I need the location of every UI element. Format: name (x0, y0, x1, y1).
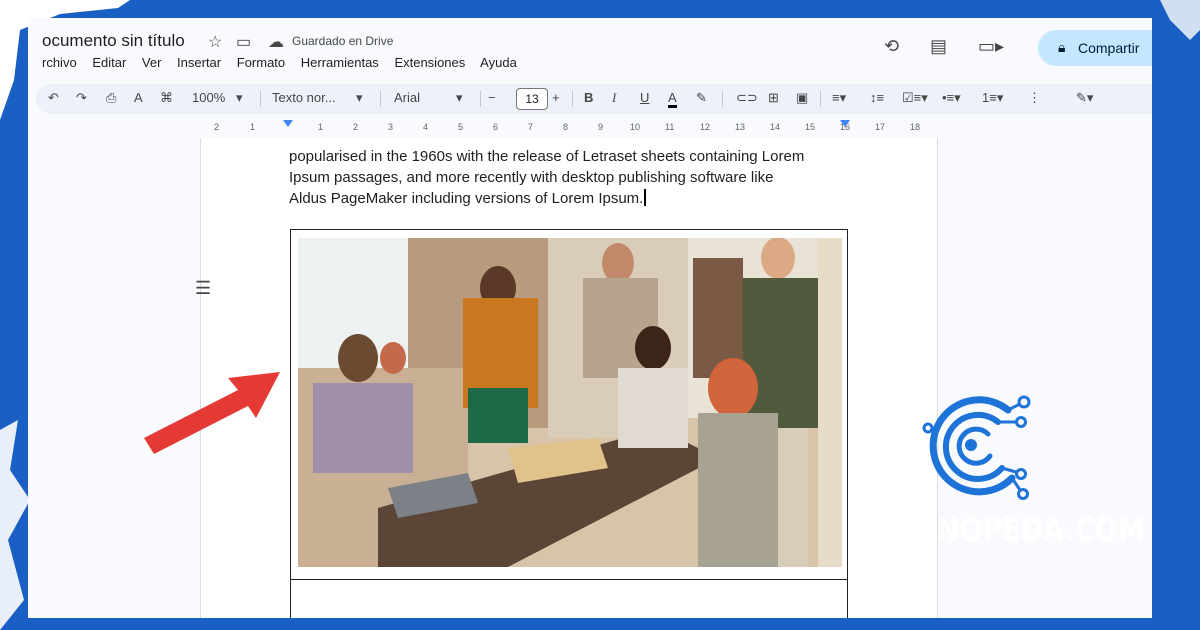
toolbar-divider (722, 91, 723, 107)
font-size-input[interactable]: 13 (516, 88, 548, 110)
ruler-number: 1 (250, 122, 256, 132)
checklist-icon[interactable]: ☑≡▾ (902, 90, 928, 106)
toolbar-divider (572, 91, 573, 107)
ruler-number: 9 (598, 122, 604, 132)
text-line: Aldus PageMaker including versions of Lo… (289, 188, 859, 209)
ruler: 2 1 1 2 3 4 5 6 7 8 9 10 11 12 13 14 15 … (198, 120, 938, 138)
line-spacing-icon[interactable]: ↕≡ (870, 90, 884, 105)
ruler-number: 6 (493, 122, 499, 132)
insert-image-icon[interactable]: ▣ (796, 90, 808, 106)
ruler-number: 3 (388, 122, 394, 132)
toolbar-divider (380, 91, 381, 107)
ruler-number: 5 (458, 122, 464, 132)
undo-icon[interactable]: ↶ (48, 90, 59, 106)
ruler-number: 7 (528, 122, 534, 132)
chevron-down-icon: ▾ (236, 90, 243, 105)
comment-icon[interactable]: ▤ (930, 36, 947, 57)
menu-insertar[interactable]: Insertar (177, 55, 221, 70)
highlight-icon[interactable]: ✎ (696, 90, 707, 106)
underline-icon[interactable]: U (640, 90, 649, 105)
ruler-number: 1 (318, 122, 324, 132)
video-call-icon[interactable]: ▭▸ (978, 36, 1004, 57)
ruler-number: 2 (214, 122, 220, 132)
text-line-content: Aldus PageMaker including versions of Lo… (289, 190, 644, 207)
text-line: Ipsum passages, and more recently with d… (289, 169, 774, 186)
paint-format-icon[interactable]: ⌘ (160, 90, 173, 106)
menu-formato[interactable]: Formato (237, 55, 285, 70)
ruler-number: 2 (353, 122, 359, 132)
italic-icon[interactable]: I (612, 90, 616, 106)
editing-mode-icon[interactable]: ✎▾ (1076, 90, 1093, 106)
red-arrow-annotation (144, 372, 280, 454)
tecnopeda-logo (922, 395, 1031, 500)
bold-icon[interactable]: B (584, 90, 593, 105)
share-label: Compartir (1078, 40, 1140, 56)
photo-group-people-table (298, 238, 842, 567)
document-table[interactable] (290, 229, 848, 618)
ruler-number: 18 (910, 122, 921, 132)
more-icon[interactable]: ⋮ (1028, 90, 1041, 106)
text-cursor (644, 189, 646, 206)
text-line: popularised in the 1960s with the releas… (289, 148, 805, 165)
brand-name: TECNOPEDA.COM (880, 510, 1145, 549)
table-row-divider (291, 579, 847, 580)
history-icon[interactable]: ⟲ (884, 36, 899, 57)
document-body-text[interactable]: popularised in the 1960s with the releas… (289, 146, 859, 209)
menu-extensiones[interactable]: Extensiones (394, 55, 465, 70)
document-page: ☰ popularised in the 1960s with the rele… (195, 138, 938, 618)
star-icon[interactable]: ☆ (208, 32, 222, 52)
toolbar-divider (480, 91, 481, 107)
menu-archivo[interactable]: rchivo (42, 55, 77, 70)
document-outline-icon[interactable]: ☰ (195, 278, 211, 299)
zoom-select[interactable]: 100% (192, 90, 225, 105)
ruler-number: 17 (875, 122, 886, 132)
toolbar-divider (260, 91, 261, 107)
font-select[interactable]: Arial (394, 90, 420, 105)
text-color-icon[interactable]: A (668, 90, 677, 108)
bulleted-list-icon[interactable]: •≡▾ (942, 90, 961, 106)
cloud-saved-icon[interactable]: ☁ (268, 32, 284, 52)
redo-icon[interactable]: ↷ (76, 90, 87, 106)
saved-status: Guardado en Drive (292, 34, 394, 48)
document-title[interactable]: ocumento sin título (42, 31, 185, 51)
ruler-number: 11 (665, 122, 675, 132)
ruler-number: 10 (630, 122, 641, 132)
style-select[interactable]: Texto nor... (272, 90, 336, 105)
add-comment-icon[interactable]: ⊞ (768, 90, 779, 106)
ruler-number: 13 (735, 122, 746, 132)
menu-bar: rchivo Editar Ver Insertar Formato Herra… (42, 55, 529, 70)
menu-ayuda[interactable]: Ayuda (480, 55, 517, 70)
toolbar: ↶ ↷ ⎙ A ⌘ 100% ▾ Texto nor... ▾ Arial ▾ … (36, 84, 1152, 114)
title-bar: ocumento sin título ☆ ▭ ☁ Guardado en Dr… (28, 18, 1152, 72)
ruler-number: 4 (423, 122, 429, 132)
decrease-font-size-button[interactable]: − (488, 90, 496, 105)
toolbar-divider (820, 91, 821, 107)
menu-ver[interactable]: Ver (142, 55, 162, 70)
link-icon[interactable]: ⊂⊃ (736, 90, 758, 106)
ruler-number: 14 (770, 122, 781, 132)
align-icon[interactable]: ≡▾ (832, 90, 846, 106)
increase-font-size-button[interactable]: + (552, 90, 560, 105)
ruler-number: 15 (805, 122, 816, 132)
chevron-down-icon: ▾ (456, 90, 463, 105)
menu-editar[interactable]: Editar (92, 55, 126, 70)
ruler-number: 12 (700, 122, 711, 132)
chevron-down-icon: ▾ (356, 90, 363, 105)
menu-herramientas[interactable]: Herramientas (301, 55, 379, 70)
right-indent-marker[interactable] (840, 120, 850, 127)
lock-icon: 🔒︎ (1058, 39, 1066, 55)
print-icon[interactable]: ⎙ (106, 90, 116, 106)
left-indent-marker[interactable] (283, 120, 293, 127)
spellcheck-icon[interactable]: A (134, 90, 143, 105)
share-button[interactable]: 🔒︎ Compartir (1038, 30, 1152, 66)
inserted-photo[interactable] (298, 238, 842, 567)
ruler-number: 8 (563, 122, 569, 132)
numbered-list-icon[interactable]: 1≡▾ (982, 90, 1003, 106)
folder-move-icon[interactable]: ▭ (236, 32, 251, 52)
